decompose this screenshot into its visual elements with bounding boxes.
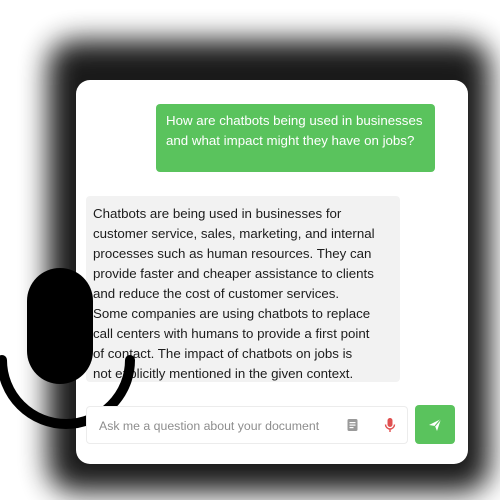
chat-demo: How are chatbots being used in businesse… [0, 0, 500, 500]
user-message-text: How are chatbots being used in businesse… [166, 113, 423, 148]
bot-message-line: processes such as human resources. They … [93, 246, 372, 261]
bot-message: Chatbots are being used in businesses fo… [86, 196, 400, 382]
question-input[interactable] [99, 416, 339, 436]
bot-message-line: Chatbots are being used in businesses fo… [93, 206, 342, 221]
bot-message-line: call centers with humans to provide a fi… [93, 326, 370, 341]
bot-message-line: customer service, sales, marketing, and … [93, 226, 375, 241]
document-icon[interactable] [346, 418, 360, 432]
microphone-icon[interactable] [384, 417, 396, 433]
send-icon [429, 418, 442, 431]
bot-message-line: not explicitly mentioned in the given co… [93, 366, 354, 381]
send-button[interactable] [415, 405, 455, 444]
question-input-box [86, 406, 408, 444]
bot-message-line: provide faster and cheaper assistance to… [93, 266, 374, 281]
user-message: How are chatbots being used in businesse… [156, 104, 435, 172]
bot-message-line: and reduce the cost of customer services… [93, 286, 340, 301]
bot-message-line: Some companies are using chatbots to rep… [93, 306, 371, 321]
bot-message-line: of contact. The impact of chatbots on jo… [93, 346, 353, 361]
